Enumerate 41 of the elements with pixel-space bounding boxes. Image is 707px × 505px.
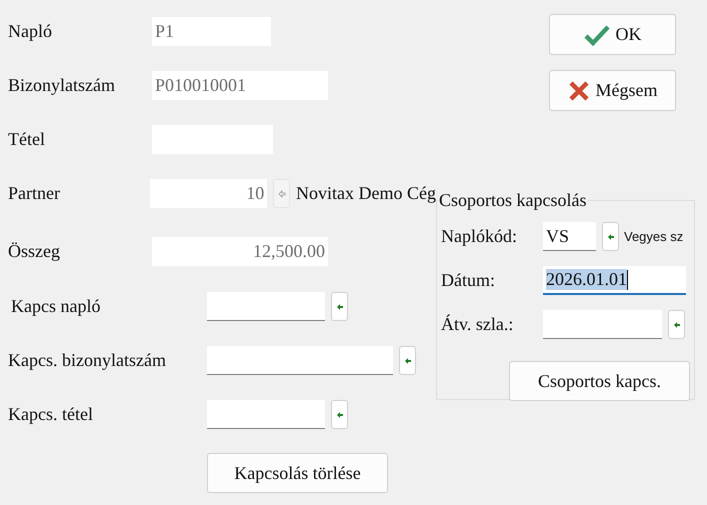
field-label: Összeg: [8, 241, 61, 262]
text-field[interactable]: [207, 346, 393, 375]
arrow-icon: [336, 302, 344, 310]
group-link-button[interactable]: Csoportos kapcs.: [509, 361, 690, 401]
close-icon: [568, 80, 590, 102]
field-label: Kapcs napló: [10, 296, 102, 317]
text-field[interactable]: [207, 292, 325, 321]
check-icon: [584, 24, 610, 46]
field-label: Naplókód:: [441, 226, 518, 247]
cancel-button[interactable]: Mégsem: [549, 70, 676, 111]
text-field[interactable]: P010010001: [152, 71, 328, 100]
field-label: Kapcs. tétel: [8, 404, 94, 425]
lookup-button[interactable]: [668, 310, 685, 339]
ok-button[interactable]: OK: [549, 14, 676, 55]
text-field[interactable]: VS: [543, 222, 596, 251]
journal-name: Vegyes sz: [624, 229, 684, 244]
field-label: Dátum:: [441, 270, 496, 291]
text-field[interactable]: [543, 310, 662, 339]
text-field[interactable]: 2026.01.01: [543, 266, 686, 295]
lookup-button[interactable]: [331, 400, 348, 429]
field-label: Napló: [8, 21, 53, 42]
text-field[interactable]: 10: [150, 179, 268, 208]
text-field[interactable]: P1: [152, 17, 271, 46]
arrow-icon: [672, 320, 680, 328]
arrow-icon: [278, 190, 286, 198]
field-label: Átv. szla.:: [441, 314, 514, 335]
lookup-button[interactable]: [399, 346, 416, 375]
text-field[interactable]: 12,500.00: [152, 237, 328, 266]
field-label: Bizonylatszám: [8, 75, 116, 96]
lookup-button[interactable]: [331, 292, 348, 321]
field-label: Partner: [8, 183, 61, 204]
lookup-button[interactable]: [602, 222, 619, 251]
group-title: Csoportos kapcsolás: [438, 190, 588, 211]
arrow-icon: [606, 232, 614, 240]
field-label: Kapcs. bizonylatszám: [8, 350, 167, 371]
text-field[interactable]: [207, 400, 325, 429]
arrow-icon: [404, 356, 412, 364]
partner-name: Novitax Demo Cég: [296, 183, 436, 204]
clear-link-button[interactable]: Kapcsolás törlése: [207, 453, 388, 493]
field-label: Tétel: [8, 129, 46, 150]
arrow-icon: [336, 410, 344, 418]
